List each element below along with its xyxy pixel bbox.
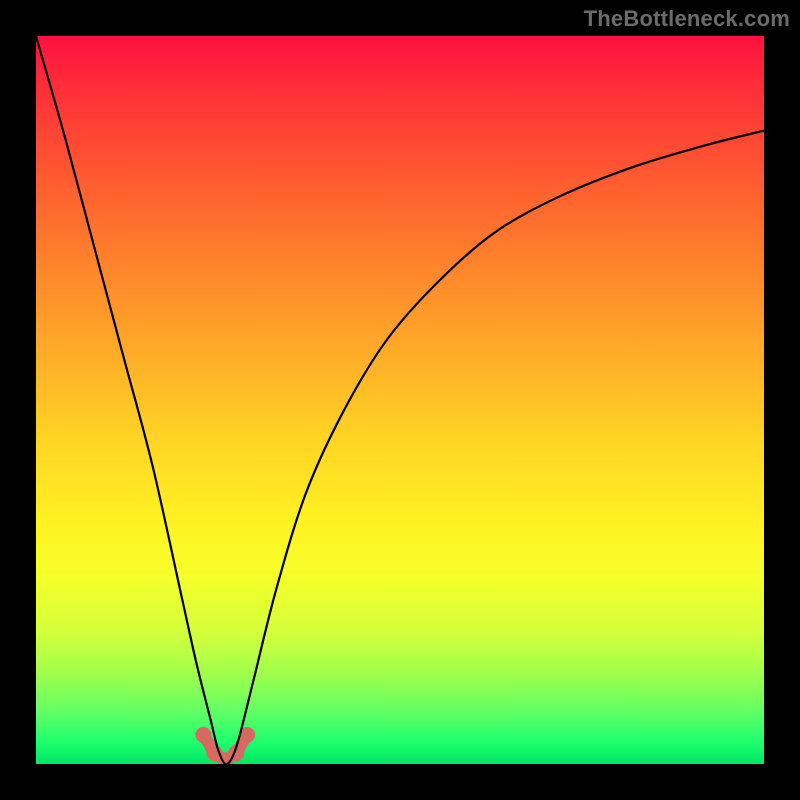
bottleneck-curve [36,36,764,764]
sweet-spot-markers [195,727,255,764]
plot-area [36,36,764,764]
watermark-text: TheBottleneck.com [584,6,790,32]
sweet-spot-dot [195,727,211,743]
chart-svg [36,36,764,764]
chart-frame: TheBottleneck.com [0,0,800,800]
